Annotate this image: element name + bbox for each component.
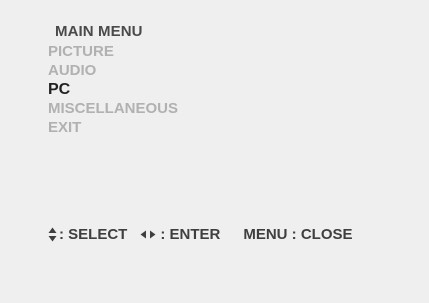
select-label: : SELECT (59, 226, 128, 243)
help-bar: : SELECT : ENTER MENU : CLOSE (48, 226, 353, 243)
help-close: MENU : CLOSE (243, 226, 352, 243)
osd-main-menu: MAIN MENU PICTURE AUDIO PC MISCELLANEOUS… (0, 0, 429, 303)
menu-item-audio[interactable]: AUDIO (48, 61, 178, 80)
help-enter: : ENTER (140, 226, 220, 243)
up-down-arrows-icon (48, 227, 57, 242)
left-right-arrows-icon (140, 230, 156, 239)
enter-label: : ENTER (160, 226, 221, 243)
menu-item-exit[interactable]: EXIT (48, 118, 178, 137)
menu-list: PICTURE AUDIO PC MISCELLANEOUS EXIT (48, 42, 178, 137)
menu-title: MAIN MENU (55, 23, 143, 40)
close-label: MENU : CLOSE (243, 226, 353, 243)
menu-item-picture[interactable]: PICTURE (48, 42, 178, 61)
menu-item-miscellaneous[interactable]: MISCELLANEOUS (48, 99, 178, 118)
menu-item-pc[interactable]: PC (48, 80, 178, 99)
help-select: : SELECT (48, 226, 127, 243)
